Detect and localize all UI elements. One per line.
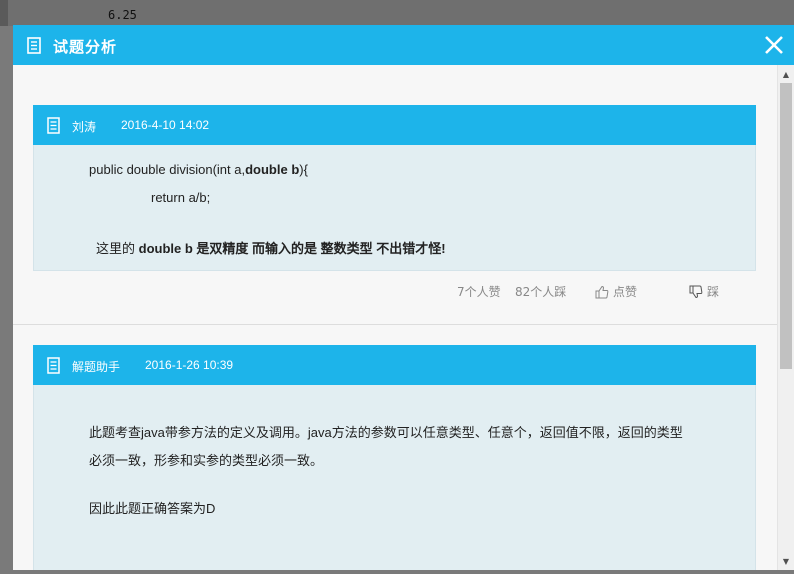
comment-card: 解题助手 2016-1-26 10:39 此题考查java带参方法的定义及调用。… [33, 345, 756, 570]
comment-note: 这里的 double b 是双精度 而输入的是 整数类型 不出错才怪! [96, 238, 446, 257]
dialog-title: 试题分析 [53, 38, 118, 56]
background-edge [0, 0, 8, 26]
answer-text: 因此此题正确答案为D [89, 501, 216, 516]
comment-time: 2016-4-10 14:02 [121, 118, 210, 132]
comment-divider [13, 324, 777, 325]
comment-card: 刘涛 2016-4-10 14:02 public double divisio… [33, 105, 756, 271]
comment-author: 解题助手 [72, 360, 121, 374]
comment-header: 解题助手 2016-1-26 10:39 [33, 345, 756, 385]
document-icon [27, 37, 41, 54]
code-line: return a/b; [151, 190, 211, 205]
comment-time: 2016-1-26 10:39 [145, 358, 234, 372]
like-button[interactable]: 点赞 [595, 283, 637, 300]
code-text-bold: double b [245, 162, 300, 177]
comment-author: 刘涛 [72, 120, 97, 134]
close-icon[interactable] [762, 33, 786, 57]
like-button-label: 点赞 [613, 285, 638, 299]
analysis-dialog: 试题分析 刘涛 2016-4-10 14:02 public double di [13, 25, 794, 570]
dislike-button-label: 踩 [707, 285, 720, 299]
scrollbar-thumb[interactable] [780, 83, 792, 369]
thumbs-down-icon [689, 285, 703, 299]
note-text: 这里的 [96, 241, 139, 256]
comment-body: public double division(int a,double b){ … [33, 145, 756, 271]
scroll-up-arrow-icon[interactable]: ▲ [778, 67, 794, 81]
comment-header: 刘涛 2016-4-10 14:02 [33, 105, 756, 145]
thumbs-up-icon [595, 285, 609, 299]
comment-body: 此题考查java带参方法的定义及调用。java方法的参数可以任意类型、任意个，返… [33, 385, 756, 570]
dialog-header: 试题分析 [13, 25, 794, 65]
analysis-text: 此题考查java带参方法的定义及调用。java方法的参数可以任意类型、任意个，返… [89, 425, 683, 440]
code-text: public double division(int a, [89, 162, 246, 177]
dislikes-count: 82个人踩 [515, 285, 567, 299]
document-icon [47, 117, 60, 134]
code-text: ){ [299, 162, 308, 177]
dialog-content[interactable]: 刘涛 2016-4-10 14:02 public double divisio… [13, 65, 777, 570]
vertical-scrollbar[interactable]: ▲ ▼ [777, 65, 794, 570]
code-line: public double division(int a,double b){ [89, 162, 308, 177]
background-number: 6.25 [108, 8, 137, 22]
likes-count: 7个人赞 [457, 285, 501, 299]
analysis-text: 必须一致，形参和实参的类型必须一致。 [89, 453, 324, 468]
dislike-button[interactable]: 踩 [689, 283, 719, 300]
comment-actions: 7个人赞 82个人踩 点赞 踩 [33, 280, 756, 302]
scroll-down-arrow-icon[interactable]: ▼ [778, 554, 794, 568]
note-text-bold: double b 是双精度 而输入的是 整数类型 不出错才怪! [138, 241, 446, 256]
document-icon [47, 357, 60, 374]
